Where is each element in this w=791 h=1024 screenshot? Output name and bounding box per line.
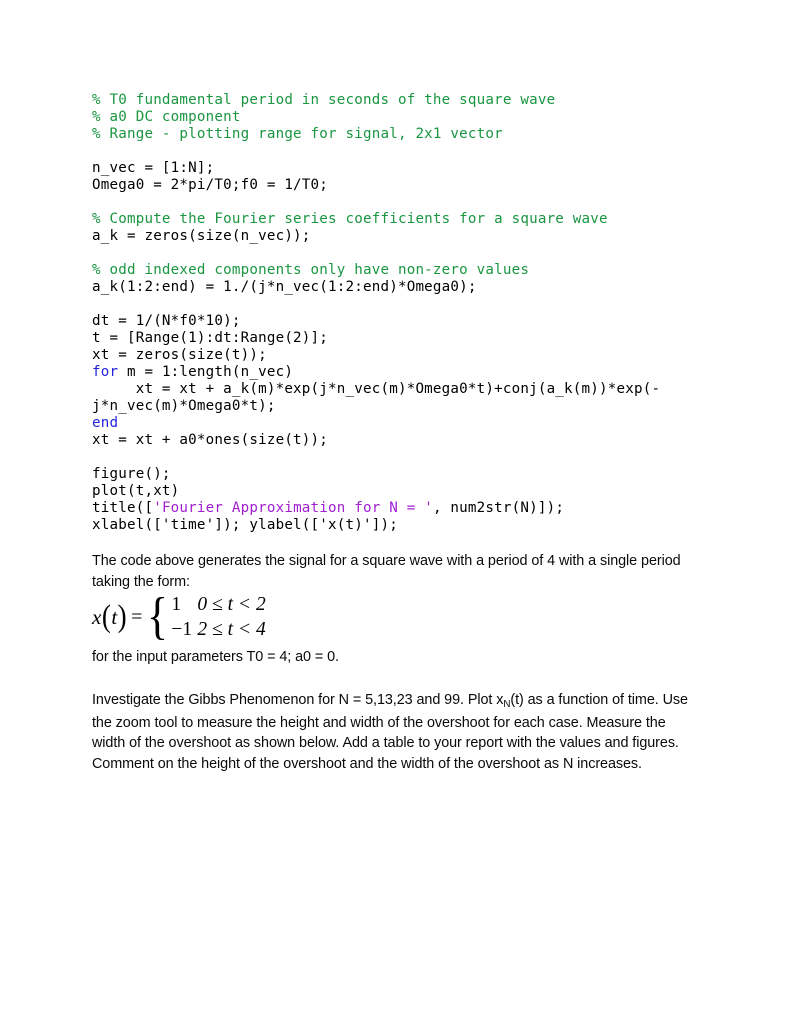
code-line: xt = xt + a0*ones(size(t)); — [92, 432, 712, 449]
equation-equals-sign: = — [131, 606, 143, 628]
equation-case2-condition: 2 ≤ t < 4 — [197, 619, 266, 640]
document-page: % T0 fundamental period in seconds of th… — [0, 0, 791, 1024]
code-keyword: for — [92, 364, 119, 380]
equation-case-row: −1 2 ≤ t < 4 — [171, 617, 265, 642]
code-text: plot(t,xt) — [92, 483, 180, 499]
code-line: % Compute the Fourier series coefficient… — [92, 211, 712, 228]
equation-brace: { — [147, 587, 169, 645]
code-comment: % Range - plotting range for signal, 2x1… — [92, 126, 503, 142]
piecewise-equation: x(t) = { 1 0 ≤ t < 2 −1 2 ≤ t < 4 — [92, 587, 266, 645]
equation-variable: x — [92, 604, 102, 629]
equation-case2-value: −1 — [171, 619, 193, 640]
code-text: dt = 1/(N*f0*10); — [92, 313, 241, 329]
code-comment: % T0 fundamental period in seconds of th… — [92, 92, 556, 108]
code-line: t = [Range(1):dt:Range(2)]; — [92, 330, 712, 347]
equation-case1-value: 1 — [171, 594, 182, 615]
code-line: end — [92, 415, 712, 432]
code-comment: % a0 DC component — [92, 109, 241, 125]
paragraph-assignment-instructions: Investigate the Gibbs Phenomenon for N =… — [92, 690, 696, 774]
code-text: n_vec = [1:N]; — [92, 160, 215, 176]
code-line: xt = zeros(size(t)); — [92, 347, 712, 364]
code-line: a_k = zeros(size(n_vec)); — [92, 228, 712, 245]
code-comment: % Compute the Fourier series coefficient… — [92, 211, 608, 227]
code-line: % a0 DC component — [92, 109, 712, 126]
matlab-code-block: % T0 fundamental period in seconds of th… — [92, 92, 712, 534]
code-line: figure(); — [92, 466, 712, 483]
code-text: a_k(1:2:end) = 1./(j*n_vec(1:2:end)*Omeg… — [92, 279, 477, 295]
instructions-text-part1: Investigate the Gibbs Phenomenon for N =… — [92, 692, 504, 708]
code-string: 'Fourier Approximation for N = ' — [153, 500, 433, 516]
code-line: title(['Fourier Approximation for N = ',… — [92, 500, 712, 517]
code-line: plot(t,xt) — [92, 483, 712, 500]
code-line: n_vec = [1:N]; — [92, 160, 712, 177]
equation-cases: 1 0 ≤ t < 2 −1 2 ≤ t < 4 — [171, 592, 265, 642]
code-text: t = [Range(1):dt:Range(2)]; — [92, 330, 329, 346]
equation-argument: t — [111, 604, 118, 629]
code-line: Omega0 = 2*pi/T0;f0 = 1/T0; — [92, 177, 712, 194]
code-text: figure(); — [92, 466, 171, 482]
paragraph-input-parameters: for the input parameters T0 = 4; a0 = 0. — [92, 649, 339, 665]
code-line: % T0 fundamental period in seconds of th… — [92, 92, 712, 109]
equation-left-hand-side: x(t) = — [92, 598, 145, 634]
code-text: Omega0 = 2*pi/T0;f0 = 1/T0; — [92, 177, 329, 193]
equation-case1-condition: 0 ≤ t < 2 — [197, 594, 266, 615]
code-text: xt = xt + a0*ones(size(t)); — [92, 432, 329, 448]
code-text: xt = xt + a_k(m)*exp(j*n_vec(m)*Omega0*t… — [92, 381, 661, 397]
code-text: xt = zeros(size(t)); — [92, 347, 267, 363]
code-text: , num2str(N)]); — [432, 500, 565, 516]
code-text: title([ — [92, 500, 154, 516]
equation-case-row: 1 0 ≤ t < 2 — [171, 592, 265, 617]
code-keyword: end — [92, 415, 119, 431]
code-comment: % odd indexed components only have non-z… — [92, 262, 530, 278]
code-line: for m = 1:length(n_vec) — [92, 364, 712, 381]
subscript-n: N — [503, 699, 511, 710]
code-text: a_k = zeros(size(n_vec)); — [92, 228, 311, 244]
code-line: dt = 1/(N*f0*10); — [92, 313, 712, 330]
code-line: j*n_vec(m)*Omega0*t); — [92, 398, 712, 415]
code-line: % Range - plotting range for signal, 2x1… — [92, 126, 712, 143]
code-line: xt = xt + a_k(m)*exp(j*n_vec(m)*Omega0*t… — [92, 381, 712, 398]
paragraph-code-description: The code above generates the signal for … — [92, 553, 681, 590]
code-line: a_k(1:2:end) = 1./(j*n_vec(1:2:end)*Omeg… — [92, 279, 712, 296]
code-line: xlabel(['time']); ylabel(['x(t)']); — [92, 517, 712, 534]
code-line: % odd indexed components only have non-z… — [92, 262, 712, 279]
code-text: xlabel(['time']); ylabel(['x(t)']); — [92, 517, 398, 533]
code-text: m = 1:length(n_vec) — [118, 364, 294, 380]
code-text: j*n_vec(m)*Omega0*t); — [92, 398, 276, 414]
equation-close-paren: ) — [117, 598, 127, 634]
equation-open-paren: ( — [101, 598, 111, 634]
